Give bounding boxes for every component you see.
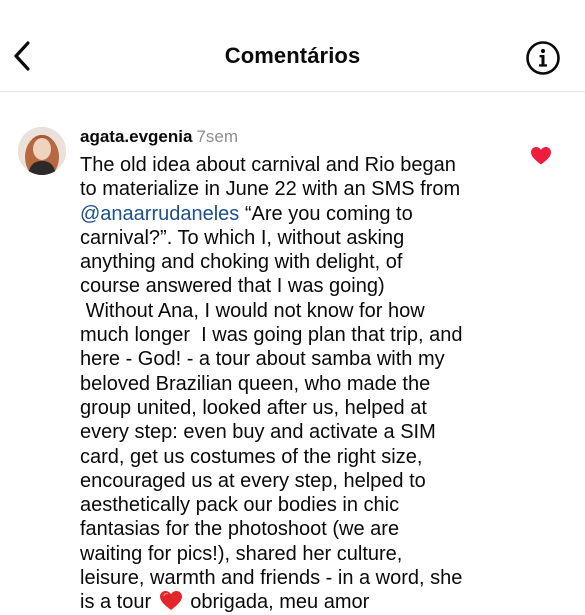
comment-text-segment: Without Ana, I would not know for how mu…: [80, 299, 463, 614]
like-button[interactable]: [530, 146, 552, 166]
comment-paragraph: The old idea about carnival and Rio bega…: [80, 153, 520, 299]
comment-item: agata.evgenia 7sem The old idea about car…: [0, 91, 585, 615]
comment-body: agata.evgenia 7sem The old idea about car…: [80, 126, 520, 615]
red-heart-emoji: [159, 591, 182, 611]
user-mention-link[interactable]: @anaarrudaneles: [80, 203, 239, 225]
comment-paragraph: Without Ana, I would not know for how mu…: [80, 299, 520, 615]
comment-text-segment: The old idea about carnival and Rio bega…: [80, 154, 461, 201]
user-avatar-image: [18, 127, 66, 175]
comment-text-segment: obrigada, meu amor: [184, 591, 370, 614]
top-nav-bar: Comentários: [0, 0, 585, 92]
info-button[interactable]: [525, 40, 561, 76]
info-circle-icon: [526, 41, 560, 75]
comment-timestamp: 7sem: [196, 127, 239, 146]
page-title: Comentários: [224, 43, 361, 68]
comment-meta: agata.evgenia 7sem: [80, 126, 520, 148]
heart-filled-icon: [531, 147, 551, 165]
avatar[interactable]: [18, 127, 66, 175]
comment-text: The old idea about carnival and Rio bega…: [80, 153, 520, 615]
username[interactable]: agata.evgenia: [80, 127, 192, 146]
